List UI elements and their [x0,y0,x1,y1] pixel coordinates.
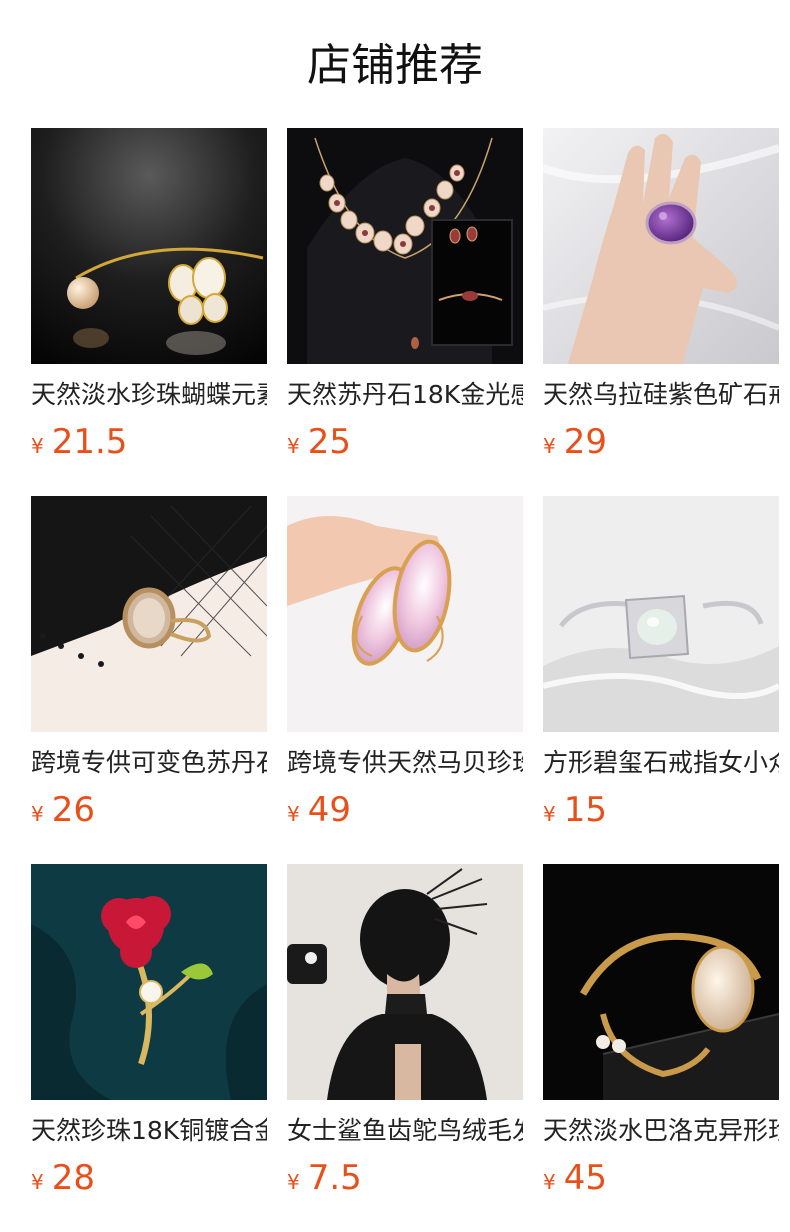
product-name[interactable]: 女士鲨鱼齿鸵鸟绒毛发 [287,1114,523,1148]
currency-symbol: ¥ [543,434,556,458]
product-name[interactable]: 天然苏丹石18K金光感 [287,378,523,412]
page-title: 店铺推荐 [307,40,483,91]
product-image[interactable] [543,128,779,364]
product-image[interactable] [31,128,267,364]
product-card[interactable]: 天然淡水巴洛克异形珍 ¥45 [543,864,779,1232]
product-image[interactable] [287,128,523,364]
product-card[interactable]: 跨境专供可变色苏丹石 ¥26 [31,496,267,864]
product-name[interactable]: 方形碧玺石戒指女小众 [543,746,779,780]
product-grid: 天然淡水珍珠蝴蝶元素 ¥21.5 天然苏丹石18K金光感 ¥ 25 天然乌拉硅紫… [31,128,779,1232]
product-name[interactable]: 跨境专供可变色苏丹石 [31,746,267,780]
product-image[interactable] [287,496,523,732]
currency-symbol: ¥ [31,1170,44,1194]
product-price: ¥45 [543,1156,779,1200]
product-price: ¥25 [287,420,523,464]
currency-symbol: ¥ [287,802,300,826]
currency-symbol: ¥ [31,434,44,458]
product-name[interactable]: 天然乌拉硅紫色矿石戒 [543,378,779,412]
price-value: 7.5 [307,1158,362,1198]
product-image[interactable] [31,496,267,732]
product-card[interactable]: 天然乌拉硅紫色矿石戒 ¥29 [543,128,779,496]
product-card[interactable]: 方形碧玺石戒指女小众 ¥15 [543,496,779,864]
currency-symbol: ¥ [287,1170,300,1194]
price-value: 45 [563,1158,607,1198]
product-image[interactable] [543,496,779,732]
currency-symbol: ¥ [31,802,44,826]
product-price: ¥49 [287,788,523,832]
product-image[interactable] [287,864,523,1100]
product-card[interactable]: 天然苏丹石18K金光感 ¥25 [287,128,523,496]
product-price: ¥26 [31,788,267,832]
price-value: 29 [563,422,607,462]
price-value: 25 [307,422,351,462]
price-value: 49 [307,790,351,830]
product-card[interactable]: 女士鲨鱼齿鸵鸟绒毛发 ¥7.5 [287,864,523,1232]
price-value: 26 [51,790,95,830]
product-price: ¥7.5 [287,1156,523,1200]
currency-symbol: ¥ [543,1170,556,1194]
product-card[interactable]: 跨境专供天然马贝珍珠 ¥49 [287,496,523,864]
product-price: ¥21.5 [31,420,267,464]
product-card[interactable]: 天然淡水珍珠蝴蝶元素 ¥21.5 [31,128,267,496]
currency-symbol: ¥ [287,434,300,458]
product-price: ¥29 [543,420,779,464]
product-price: ¥15 [543,788,779,832]
product-name[interactable]: 天然淡水珍珠蝴蝶元素 [31,378,267,412]
product-price: ¥28 [31,1156,267,1200]
price-value: 21.5 [51,422,128,462]
product-name[interactable]: 天然珍珠18K铜镀合金 [31,1114,267,1148]
product-name[interactable]: 天然淡水巴洛克异形珍 [543,1114,779,1148]
price-value: 28 [51,1158,95,1198]
product-name[interactable]: 跨境专供天然马贝珍珠 [287,746,523,780]
product-image[interactable] [31,864,267,1100]
product-image[interactable] [543,864,779,1100]
currency-symbol: ¥ [543,802,556,826]
price-value: 15 [563,790,607,830]
product-card[interactable]: 天然珍珠18K铜镀合金 ¥28 [31,864,267,1232]
